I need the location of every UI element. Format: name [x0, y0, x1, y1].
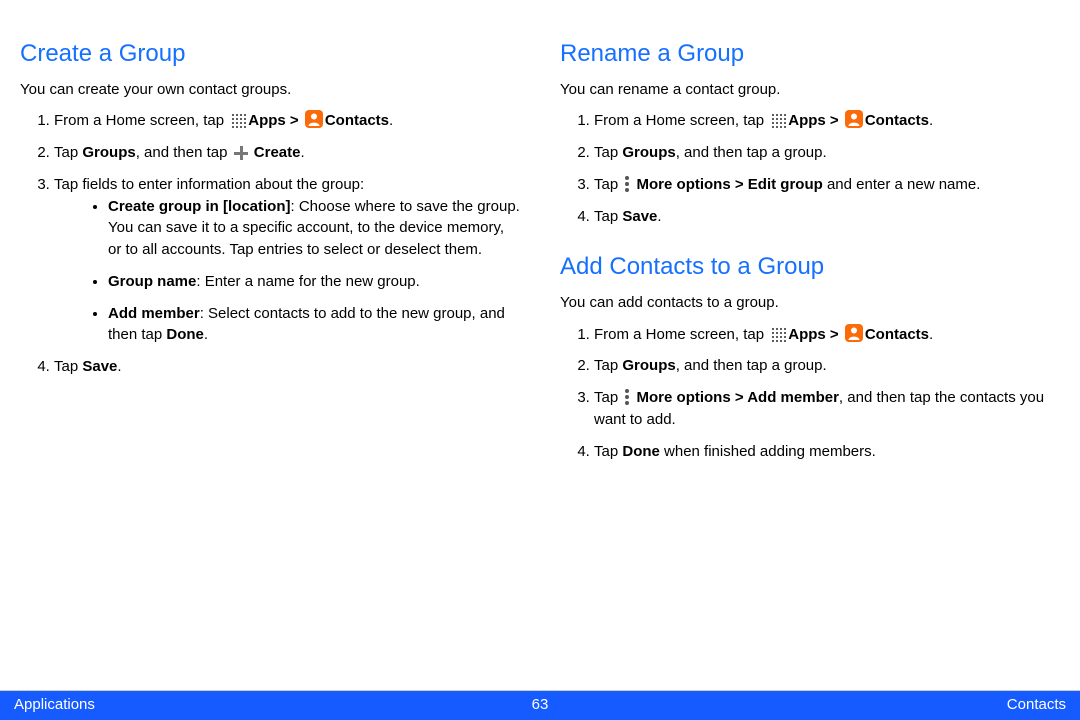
- label: Add member: [108, 305, 200, 322]
- more-options-icon: [624, 176, 630, 192]
- text: Tap: [594, 443, 622, 460]
- text: .: [929, 112, 933, 129]
- step-2: Tap Groups, and then tap a group.: [594, 355, 1060, 377]
- heading-create-group: Create a Group: [20, 40, 520, 68]
- text: Tap: [54, 358, 82, 375]
- bullet-add-member: Add member: Select contacts to add to th…: [108, 303, 520, 347]
- page-footer: Applications 63 Contacts: [0, 690, 1080, 720]
- text: From a Home screen, tap: [594, 112, 768, 129]
- right-column: Rename a Group You can rename a contact …: [560, 40, 1060, 488]
- label-apps: Apps >: [248, 112, 303, 129]
- label-apps: Apps >: [788, 112, 843, 129]
- label-more-add: More options > Add member: [632, 389, 839, 406]
- footer-page-number: 63: [0, 696, 1080, 713]
- content-columns: Create a Group You can create your own c…: [0, 0, 1080, 488]
- label-groups: Groups: [82, 144, 135, 161]
- manual-page: Create a Group You can create your own c…: [0, 0, 1080, 720]
- label-contacts: Contacts: [865, 112, 929, 129]
- text: and enter a new name.: [823, 176, 981, 193]
- step-4: Tap Save.: [594, 206, 1060, 228]
- text: .: [300, 144, 304, 161]
- text: .: [117, 358, 121, 375]
- text: , and then tap: [136, 144, 232, 161]
- label-done: Done: [166, 326, 204, 343]
- label: Group name: [108, 273, 196, 290]
- apps-icon: [770, 326, 786, 342]
- text: From a Home screen, tap: [54, 112, 228, 129]
- label-save: Save: [622, 208, 657, 225]
- label-apps: Apps >: [788, 326, 843, 343]
- text: Tap: [594, 176, 622, 193]
- text: .: [657, 208, 661, 225]
- label-groups: Groups: [622, 357, 675, 374]
- text: Tap: [594, 357, 622, 374]
- text: Tap: [594, 389, 622, 406]
- label-done: Done: [622, 443, 660, 460]
- intro-create-group: You can create your own contact groups.: [20, 80, 520, 100]
- plus-icon: [234, 146, 248, 160]
- text: .: [204, 326, 208, 343]
- section-rename-group: Rename a Group You can rename a contact …: [560, 40, 1060, 227]
- text: : Enter a name for the new group.: [196, 273, 419, 290]
- label-groups: Groups: [622, 144, 675, 161]
- text: when finished adding members.: [660, 443, 876, 460]
- footer-right: Contacts: [1007, 696, 1066, 713]
- contacts-icon: [845, 324, 863, 342]
- text: .: [929, 326, 933, 343]
- label-save: Save: [82, 358, 117, 375]
- text: Tap: [594, 208, 622, 225]
- label: Create group in [location]: [108, 198, 291, 215]
- left-column: Create a Group You can create your own c…: [20, 40, 520, 488]
- steps-rename-group: From a Home screen, tap Apps > Contacts.…: [560, 110, 1060, 227]
- text: , and then tap a group.: [676, 357, 827, 374]
- section-create-group: Create a Group You can create your own c…: [20, 40, 520, 378]
- step-1: From a Home screen, tap Apps > Contacts.: [54, 110, 520, 132]
- label-contacts: Contacts: [865, 326, 929, 343]
- text: Tap fields to enter information about th…: [54, 176, 364, 193]
- text: , and then tap a group.: [676, 144, 827, 161]
- step-1: From a Home screen, tap Apps > Contacts.: [594, 110, 1060, 132]
- contacts-icon: [845, 110, 863, 128]
- substeps: Create group in [location]: Choose where…: [54, 196, 520, 347]
- text: From a Home screen, tap: [594, 326, 768, 343]
- step-3: Tap More options > Add member, and then …: [594, 387, 1060, 431]
- apps-icon: [230, 112, 246, 128]
- intro-add-contacts: You can add contacts to a group.: [560, 293, 1060, 313]
- contacts-icon: [305, 110, 323, 128]
- text: .: [389, 112, 393, 129]
- label-more-edit: More options > Edit group: [632, 176, 822, 193]
- step-3: Tap More options > Edit group and enter …: [594, 174, 1060, 196]
- step-3: Tap fields to enter information about th…: [54, 174, 520, 346]
- step-2: Tap Groups, and then tap a group.: [594, 142, 1060, 164]
- label-contacts: Contacts: [325, 112, 389, 129]
- steps-create-group: From a Home screen, tap Apps > Contacts.…: [20, 110, 520, 378]
- step-1: From a Home screen, tap Apps > Contacts.: [594, 324, 1060, 346]
- intro-rename-group: You can rename a contact group.: [560, 80, 1060, 100]
- more-options-icon: [624, 389, 630, 405]
- heading-add-contacts: Add Contacts to a Group: [560, 253, 1060, 281]
- text: Tap: [54, 144, 82, 161]
- step-2: Tap Groups, and then tap Create.: [54, 142, 520, 164]
- bullet-group-name: Group name: Enter a name for the new gro…: [108, 271, 520, 293]
- step-4: Tap Save.: [54, 356, 520, 378]
- heading-rename-group: Rename a Group: [560, 40, 1060, 68]
- step-4: Tap Done when finished adding members.: [594, 441, 1060, 463]
- label-create: Create: [250, 144, 301, 161]
- text: Tap: [594, 144, 622, 161]
- apps-icon: [770, 112, 786, 128]
- section-add-contacts: Add Contacts to a Group You can add cont…: [560, 253, 1060, 462]
- steps-add-contacts: From a Home screen, tap Apps > Contacts.…: [560, 324, 1060, 463]
- bullet-location: Create group in [location]: Choose where…: [108, 196, 520, 261]
